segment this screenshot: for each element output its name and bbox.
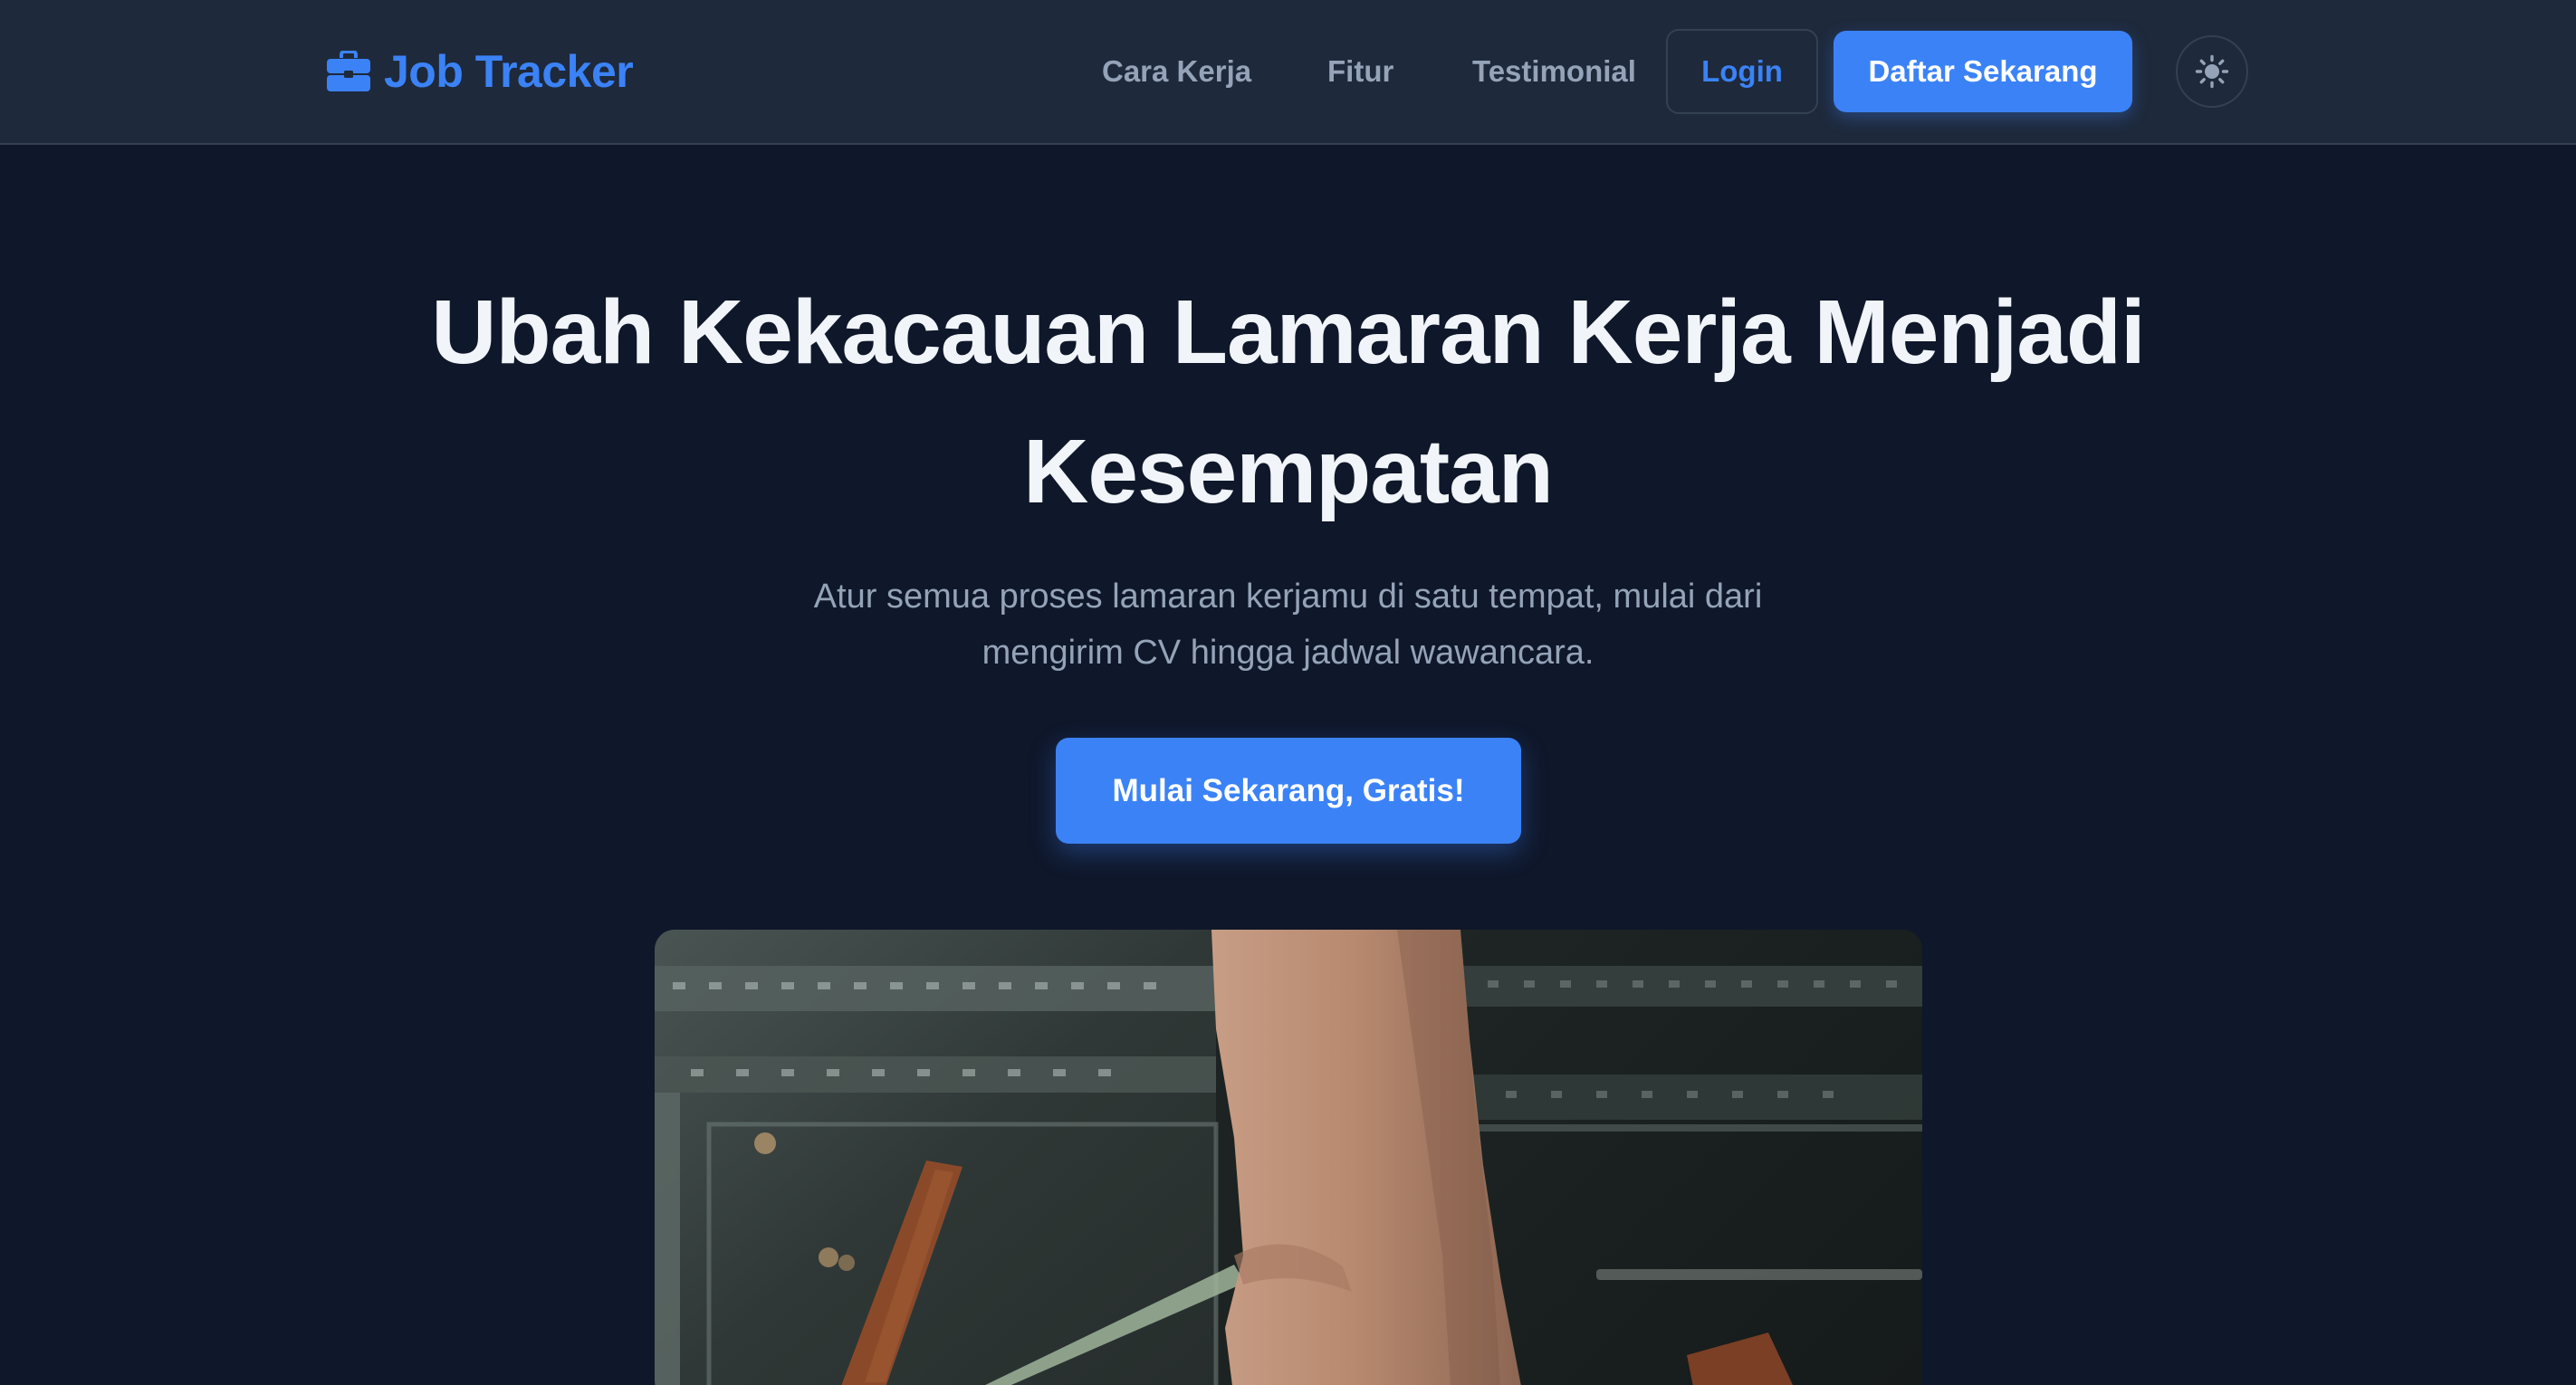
nav-link-testimonial[interactable]: Testimonial: [1472, 51, 1636, 92]
signup-button[interactable]: Daftar Sekarang: [1834, 31, 2132, 112]
sun-icon: [2195, 54, 2229, 89]
login-button[interactable]: Login: [1666, 29, 1818, 114]
hero-photo: [655, 930, 1922, 1385]
nav-link-cara-kerja[interactable]: Cara Kerja: [1102, 51, 1251, 92]
hero-subtitle: Atur semua proses lamaran kerjamu di sat…: [813, 578, 1763, 672]
theme-toggle-button[interactable]: [2176, 35, 2248, 108]
cta-start-button[interactable]: Mulai Sekarang, Gratis!: [1056, 738, 1521, 844]
briefcase-icon: [327, 51, 370, 91]
brand-name: Job Tracker: [384, 46, 634, 97]
navbar: Job Tracker Cara Kerja Fitur Testimonial…: [0, 0, 2576, 145]
hero-image: [655, 930, 1922, 1385]
brand-logo[interactable]: Job Tracker: [326, 42, 634, 101]
hero-title: Ubah Kekacauan Lamaran Kerja Menjadi Kes…: [431, 282, 2145, 522]
nav-link-fitur[interactable]: Fitur: [1327, 51, 1393, 92]
